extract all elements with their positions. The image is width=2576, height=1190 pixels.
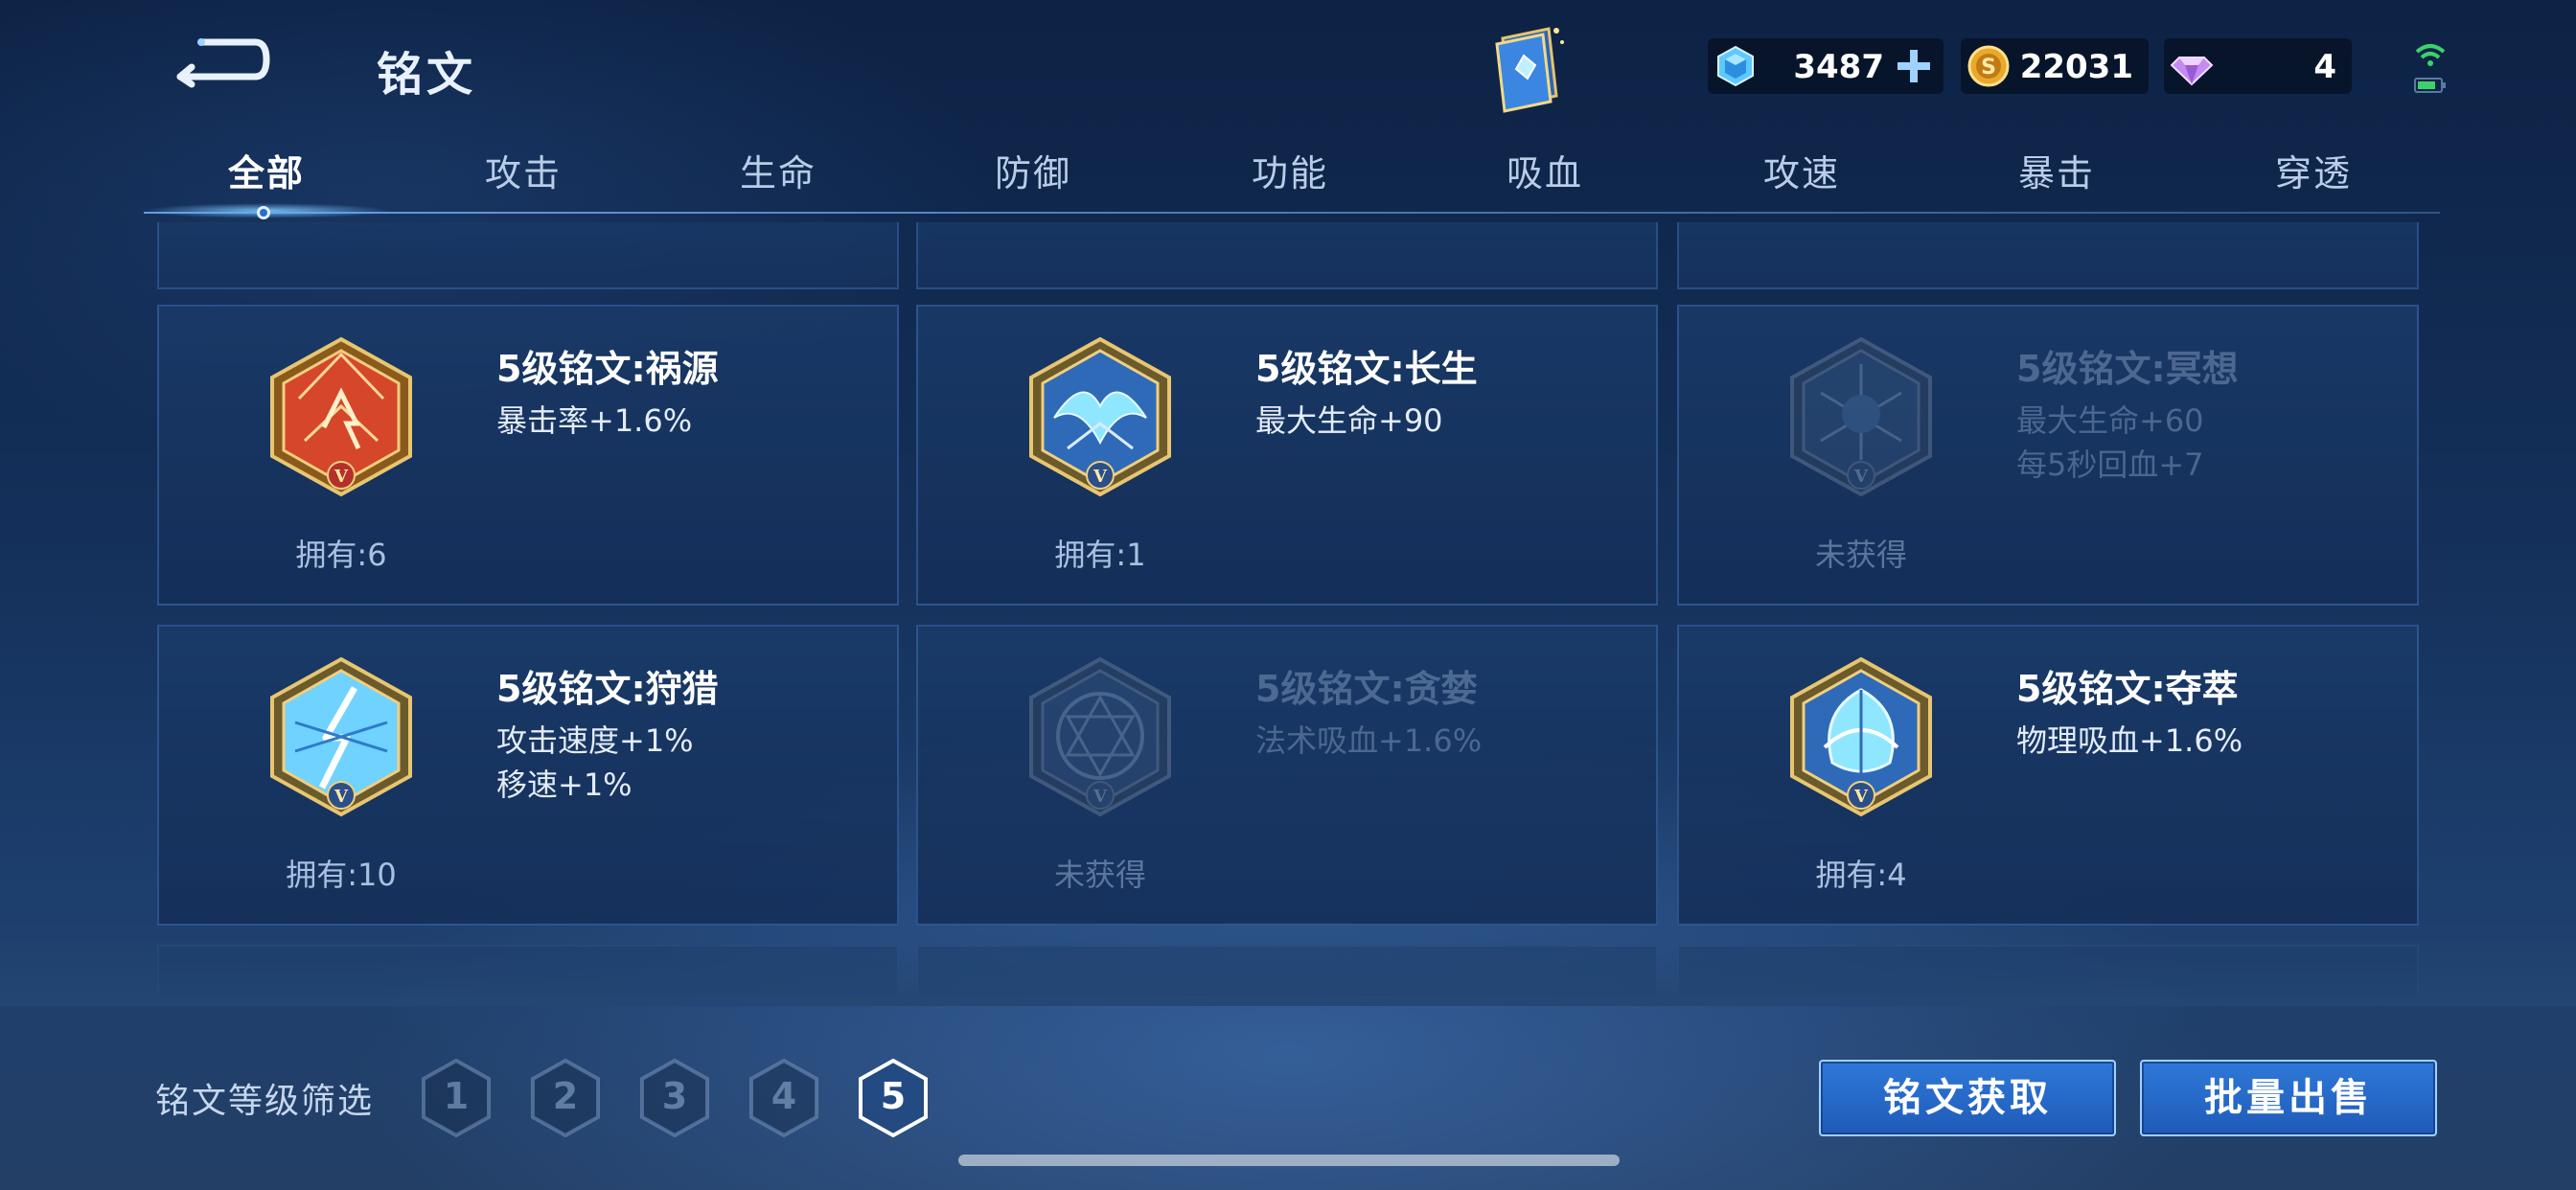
home-indicator[interactable] — [958, 1155, 1620, 1166]
svg-text:V: V — [1853, 467, 1869, 487]
svg-text:V: V — [334, 787, 349, 807]
rune-card-duocui[interactable]: V 拥有:4 5级铭文:夺萃 物理吸血+1.6% — [1677, 625, 2419, 926]
level-filter-5[interactable]: 5 — [857, 1058, 930, 1138]
svg-text:V: V — [334, 467, 349, 487]
gem-value: 3487 — [1793, 48, 1884, 86]
bulk-sell-button[interactable]: 批量出售 — [2140, 1060, 2437, 1136]
tab-critical[interactable]: 暴击 — [1961, 144, 2152, 196]
gem-currency: 3487 — [1708, 38, 1944, 94]
rune-card-changsheng[interactable]: V 拥有:1 5级铭文:长生 最大生命+90 — [916, 305, 1658, 606]
tab-penetration[interactable]: 穿透 — [2218, 144, 2409, 196]
blue-rune-emblem-icon: V — [1790, 336, 1932, 497]
svg-text:S: S — [1981, 56, 1996, 80]
level-filter-3[interactable]: 3 — [638, 1058, 711, 1138]
svg-text:V: V — [1092, 787, 1108, 807]
back-button[interactable] — [163, 29, 278, 96]
level-filter-label: 铭文等级筛选 — [155, 1082, 375, 1121]
blue-rune-emblem-icon: V — [1790, 656, 1932, 817]
rune-card-partial[interactable] — [157, 222, 899, 289]
level-filter-1[interactable]: 1 — [420, 1058, 493, 1138]
owned-count: 拥有:6 — [295, 537, 387, 573]
gold-value: 22031 — [2019, 48, 2133, 86]
rune-book-button[interactable] — [1484, 21, 1572, 113]
rune-name: 5级铭文:贪婪 — [1255, 668, 1478, 710]
rune-grid[interactable]: V 拥有:6 5级铭文:祸源 暴击率+1.6% V 拥有:1 5级铭文:长生 最… — [0, 222, 2576, 996]
rune-card-partial[interactable] — [916, 222, 1658, 289]
purple-diamond-icon — [2170, 57, 2214, 86]
tab-divider — [144, 212, 2440, 214]
plus-icon — [1898, 50, 1930, 82]
gold-currency: S 22031 — [1961, 38, 2149, 94]
rune-attr: 最大生命+90 — [1255, 402, 1443, 439]
svg-text:V: V — [1092, 467, 1108, 487]
tab-function[interactable]: 功能 — [1194, 144, 1386, 196]
back-arrow-icon — [176, 38, 270, 88]
rune-card-huoyuan[interactable]: V 拥有:6 5级铭文:祸源 暴击率+1.6% — [157, 305, 899, 606]
rune-attr: 法术吸血+1.6% — [1255, 722, 1483, 759]
blue-rune-emblem-icon: V — [270, 656, 412, 817]
rune-card-partial[interactable] — [1677, 222, 2419, 289]
tab-attack[interactable]: 攻击 — [427, 144, 619, 196]
wifi-battery-icon — [2414, 44, 2446, 93]
status-indicator — [2411, 38, 2450, 98]
rune-attr: 攻击速度+1% — [496, 722, 694, 759]
svg-text:V: V — [1853, 787, 1869, 807]
rune-name: 5级铭文:长生 — [1255, 348, 1478, 390]
acquire-rune-button[interactable]: 铭文获取 — [1819, 1060, 2116, 1136]
rune-attr: 暴击率+1.6% — [496, 402, 693, 439]
diamond-currency: 4 — [2164, 38, 2352, 94]
rune-card-shoulie[interactable]: V 拥有:10 5级铭文:狩猎 攻击速度+1% 移速+1% — [157, 625, 899, 926]
tab-health[interactable]: 生命 — [682, 144, 874, 196]
rune-attr: 最大生命+60 — [2016, 402, 2204, 439]
tab-attack-speed[interactable]: 攻速 — [1706, 144, 1898, 196]
rune-attr: 移速+1% — [496, 767, 632, 803]
rune-card-tanlan[interactable]: V 未获得 5级铭文:贪婪 法术吸血+1.6% — [916, 625, 1658, 926]
blue-rune-emblem-icon: V — [1029, 656, 1171, 817]
gold-coin-icon: S — [1967, 45, 2010, 87]
rune-book-icon — [1495, 27, 1564, 113]
owned-status: 未获得 — [1814, 537, 1907, 573]
blue-crystal-icon — [1717, 45, 1754, 87]
rune-attr: 物理吸血+1.6% — [2016, 722, 2243, 759]
level-filter-4[interactable]: 4 — [748, 1058, 820, 1138]
scroll-fade — [0, 920, 2576, 1006]
rune-name: 5级铭文:冥想 — [2016, 348, 2239, 390]
owned-status: 未获得 — [1053, 857, 1146, 893]
tab-all[interactable]: 全部 — [171, 144, 362, 196]
page-title: 铭文 — [377, 48, 477, 102]
tab-defense[interactable]: 防御 — [937, 144, 1129, 196]
tab-lifesteal[interactable]: 吸血 — [1449, 144, 1641, 196]
rune-card-mingxiang[interactable]: V 未获得 5级铭文:冥想 最大生命+60 每5秒回血+7 — [1677, 305, 2419, 606]
add-gem-button[interactable] — [1892, 44, 1936, 88]
diamond-value: 4 — [2313, 48, 2336, 86]
rune-name: 5级铭文:狩猎 — [496, 668, 719, 710]
rune-name: 5级铭文:夺萃 — [2016, 668, 2239, 710]
red-rune-emblem-icon: V — [270, 336, 412, 497]
rune-attr: 每5秒回血+7 — [2016, 446, 2204, 483]
rune-name: 5级铭文:祸源 — [496, 348, 719, 390]
active-tab-marker — [257, 206, 270, 219]
owned-count: 拥有:10 — [286, 857, 397, 893]
level-filter-2[interactable]: 2 — [529, 1058, 602, 1138]
owned-count: 拥有:4 — [1815, 857, 1907, 893]
owned-count: 拥有:1 — [1054, 537, 1146, 573]
blue-rune-emblem-icon: V — [1029, 336, 1171, 497]
